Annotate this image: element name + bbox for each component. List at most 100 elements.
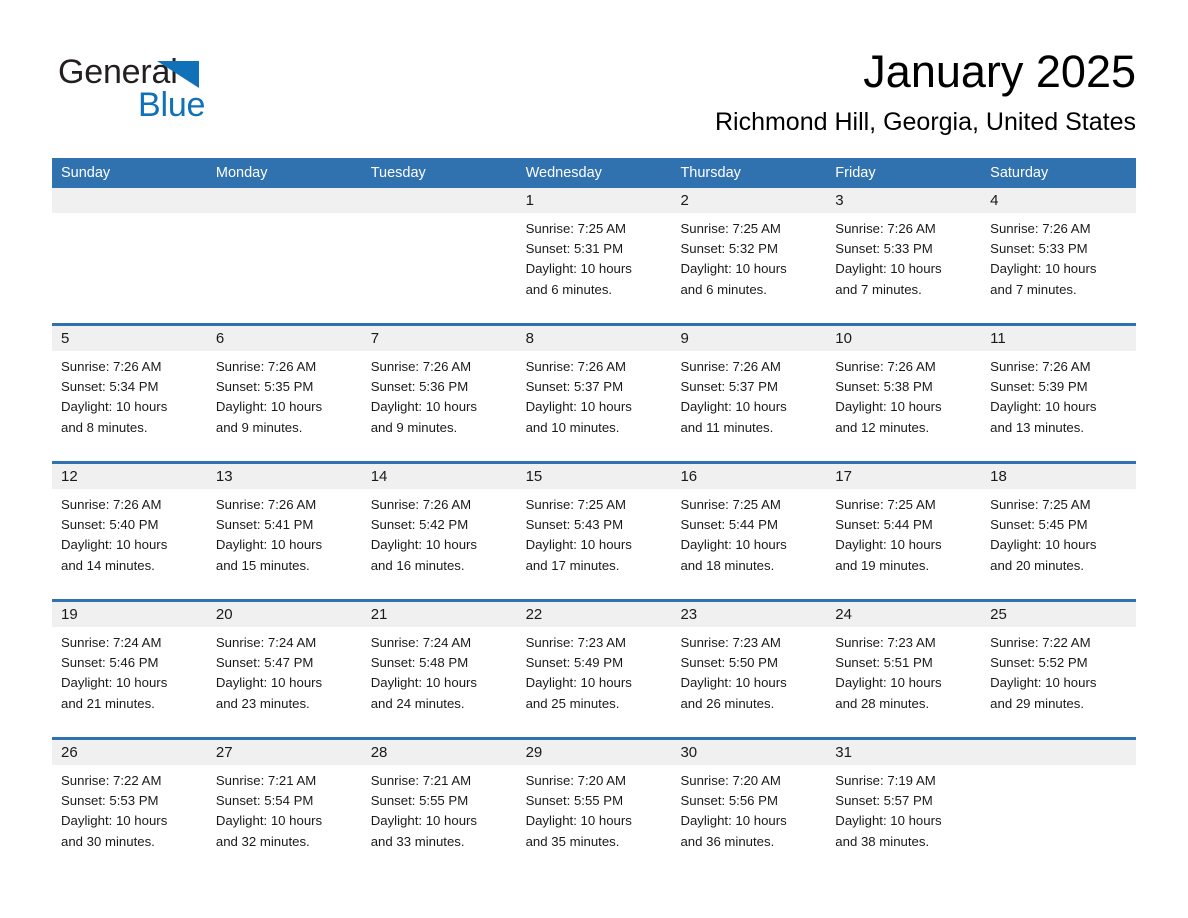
sunrise-text: Sunrise: 7:22 AM <box>990 635 1091 650</box>
calendar-weeks: 1 Sunrise: 7:25 AM Sunset: 5:31 PM Daylight… <box>52 188 1137 865</box>
day-number: 20 <box>215 606 233 623</box>
daylight-text-line2: and 12 minutes. <box>835 419 930 435</box>
sunrise-text: Sunrise: 7:25 AM <box>680 497 781 512</box>
day-cell[interactable]: 6 Sunrise: 7:26 AM Sunset: 5:35 PM Daylight… <box>206 326 362 451</box>
day-cell[interactable]: 15 Sunrise: 7:25 AM Sunset: 5:43 PM Dayligh… <box>516 464 672 589</box>
day-number-band: 30 <box>671 740 827 765</box>
day-cell[interactable]: 4 Sunrise: 7:26 AM Sunset: 5:33 PM Daylight… <box>981 188 1137 313</box>
day-cell[interactable]: 25 Sunrise: 7:22 AM Sunset: 5:52 PM Dayligh… <box>981 602 1137 727</box>
day-cell[interactable]: 26 Sunrise: 7:22 AM Sunset: 5:53 PM Dayligh… <box>52 740 207 865</box>
day-number: 14 <box>370 468 388 485</box>
day-cell-empty <box>361 188 517 313</box>
day-number: 30 <box>680 744 698 761</box>
day-cell[interactable]: 8 Sunrise: 7:26 AM Sunset: 5:37 PM Daylight… <box>516 326 672 451</box>
sunrise-text: Sunrise: 7:19 AM <box>835 773 936 788</box>
daylight-text-line1: Daylight: 10 hours <box>370 813 478 829</box>
sunrise-text: Sunrise: 7:24 AM <box>370 635 472 650</box>
weekday-header-sunday: Sunday <box>61 165 111 181</box>
daylight-text-line1: Daylight: 10 hours <box>525 261 632 277</box>
brand-logo[interactable]: General Blue <box>58 52 318 130</box>
day-cell[interactable]: 14 Sunrise: 7:26 AM Sunset: 5:42 PM Dayligh… <box>361 464 517 589</box>
day-cell[interactable]: 16 Sunrise: 7:25 AM Sunset: 5:44 PM Dayligh… <box>671 464 827 589</box>
day-cell[interactable]: 5 Sunrise: 7:26 AM Sunset: 5:34 PM Daylight… <box>52 326 207 451</box>
daylight-text-line2: and 11 minutes. <box>680 419 774 435</box>
calendar-week-row: 5 Sunrise: 7:26 AM Sunset: 5:34 PM Daylight… <box>52 323 1137 451</box>
day-number-band: 23 <box>671 602 827 627</box>
daylight-text-line1: Daylight: 10 hours <box>215 399 323 415</box>
day-details <box>981 765 1136 771</box>
daylight-text-line1: Daylight: 10 hours <box>525 813 632 829</box>
sunrise-text: Sunrise: 7:23 AM <box>835 635 936 650</box>
daylight-text-line2: and 25 minutes. <box>525 695 620 711</box>
daylight-text-line2: and 9 minutes. <box>215 419 303 435</box>
sunrise-text: Sunrise: 7:25 AM <box>525 221 627 236</box>
page-subtitle-location: Richmond Hill, Georgia, United States <box>714 108 1136 136</box>
sunrise-text: Sunrise: 7:26 AM <box>680 359 781 374</box>
daylight-text-line1: Daylight: 10 hours <box>215 537 323 553</box>
day-cell[interactable]: 27 Sunrise: 7:21 AM Sunset: 5:54 PM Dayligh… <box>206 740 362 865</box>
day-number: 11 <box>990 330 1006 347</box>
daylight-text-line2: and 26 minutes. <box>680 695 775 711</box>
day-cell[interactable]: 12 Sunrise: 7:26 AM Sunset: 5:40 PM Dayligh… <box>52 464 207 589</box>
daylight-text-line1: Daylight: 10 hours <box>835 813 942 829</box>
sunrise-text: Sunrise: 7:26 AM <box>990 221 1091 236</box>
sunrise-text: Sunrise: 7:22 AM <box>61 773 162 788</box>
day-cell[interactable]: 18 Sunrise: 7:25 AM Sunset: 5:45 PM Dayligh… <box>981 464 1137 589</box>
daylight-text-line1: Daylight: 10 hours <box>835 675 942 691</box>
calendar-week-row: 26 Sunrise: 7:22 AM Sunset: 5:53 PM Dayligh… <box>52 737 1137 865</box>
day-cell[interactable]: 19 Sunrise: 7:24 AM Sunset: 5:46 PM Dayligh… <box>52 602 207 727</box>
day-cell[interactable]: 3 Sunrise: 7:26 AM Sunset: 5:33 PM Daylight… <box>826 188 982 313</box>
day-number: 2 <box>680 192 689 209</box>
sunset-text: Sunset: 5:32 PM <box>680 241 778 257</box>
daylight-text-line2: and 6 minutes. <box>525 281 613 297</box>
sunset-text: Sunset: 5:42 PM <box>370 517 469 533</box>
day-number-band: 5 <box>52 326 207 351</box>
day-cell[interactable]: 1 Sunrise: 7:25 AM Sunset: 5:31 PM Daylight… <box>516 188 672 313</box>
day-number: 24 <box>835 606 852 623</box>
daylight-text-line2: and 36 minutes. <box>680 833 775 849</box>
calendar-week-cells: 1 Sunrise: 7:25 AM Sunset: 5:31 PM Daylight… <box>52 188 1137 313</box>
day-cell[interactable]: 30 Sunrise: 7:20 AM Sunset: 5:56 PM Dayligh… <box>671 740 827 865</box>
sunrise-text: Sunrise: 7:26 AM <box>61 497 162 512</box>
weekday-header-row: Sunday Monday Tuesday Wednesday Thursday Frid… <box>52 158 1136 188</box>
sunrise-text: Sunrise: 7:26 AM <box>61 359 162 374</box>
day-cell[interactable]: 20 Sunrise: 7:24 AM Sunset: 5:47 PM Dayligh… <box>206 602 362 727</box>
day-cell[interactable]: 10 Sunrise: 7:26 AM Sunset: 5:38 PM Dayligh… <box>826 326 982 451</box>
daylight-text-line2: and 23 minutes. <box>215 695 310 711</box>
day-cell[interactable]: 11 Sunrise: 7:26 AM Sunset: 5:39 PM Dayligh… <box>981 326 1137 451</box>
sunrise-text: Sunrise: 7:21 AM <box>215 773 317 788</box>
day-details: Sunrise: 7:26 AM Sunset: 5:38 PM Daylight:… <box>826 351 981 438</box>
day-cell[interactable]: 24 Sunrise: 7:23 AM Sunset: 5:51 PM Dayligh… <box>826 602 982 727</box>
sunset-text: Sunset: 5:33 PM <box>990 241 1088 257</box>
day-number: 18 <box>990 468 1007 485</box>
daylight-text-line2: and 15 minutes. <box>215 557 310 573</box>
day-cell-empty <box>981 740 1137 865</box>
sunset-text: Sunset: 5:51 PM <box>835 655 933 671</box>
day-cell[interactable]: 2 Sunrise: 7:25 AM Sunset: 5:32 PM Daylight… <box>671 188 827 313</box>
sunset-text: Sunset: 5:50 PM <box>680 655 778 671</box>
day-details: Sunrise: 7:22 AM Sunset: 5:52 PM Daylight:… <box>981 627 1136 714</box>
sunrise-text: Sunrise: 7:23 AM <box>680 635 781 650</box>
calendar-grid: Sunday Monday Tuesday Wednesday Thursday Frid… <box>52 158 1137 865</box>
daylight-text-line1: Daylight: 10 hours <box>990 261 1097 277</box>
day-cell[interactable]: 23 Sunrise: 7:23 AM Sunset: 5:50 PM Dayligh… <box>671 602 827 727</box>
day-number-band: 11 <box>981 326 1137 351</box>
day-cell[interactable]: 9 Sunrise: 7:26 AM Sunset: 5:37 PM Daylight… <box>671 326 827 451</box>
sunset-text: Sunset: 5:47 PM <box>215 655 314 671</box>
sunrise-text: Sunrise: 7:26 AM <box>990 359 1091 374</box>
daylight-text-line2: and 20 minutes. <box>990 557 1084 573</box>
day-cell[interactable]: 13 Sunrise: 7:26 AM Sunset: 5:41 PM Dayligh… <box>206 464 362 589</box>
day-cell[interactable]: 17 Sunrise: 7:25 AM Sunset: 5:44 PM Dayligh… <box>826 464 982 589</box>
day-number-band: 19 <box>52 602 207 627</box>
day-cell[interactable]: 21 Sunrise: 7:24 AM Sunset: 5:48 PM Dayligh… <box>361 602 517 727</box>
sunrise-text: Sunrise: 7:26 AM <box>835 359 936 374</box>
day-number-band: 8 <box>516 326 672 351</box>
day-cell[interactable]: 29 Sunrise: 7:20 AM Sunset: 5:55 PM Dayligh… <box>516 740 672 865</box>
day-cell[interactable]: 7 Sunrise: 7:26 AM Sunset: 5:36 PM Daylight… <box>361 326 517 451</box>
day-cell[interactable]: 31 Sunrise: 7:19 AM Sunset: 5:57 PM Dayligh… <box>826 740 982 865</box>
day-number: 4 <box>990 192 999 209</box>
day-number: 1 <box>525 192 534 209</box>
day-cell[interactable]: 28 Sunrise: 7:21 AM Sunset: 5:55 PM Dayligh… <box>361 740 517 865</box>
day-cell[interactable]: 22 Sunrise: 7:23 AM Sunset: 5:49 PM Dayligh… <box>516 602 672 727</box>
sunset-text: Sunset: 5:34 PM <box>61 379 159 395</box>
